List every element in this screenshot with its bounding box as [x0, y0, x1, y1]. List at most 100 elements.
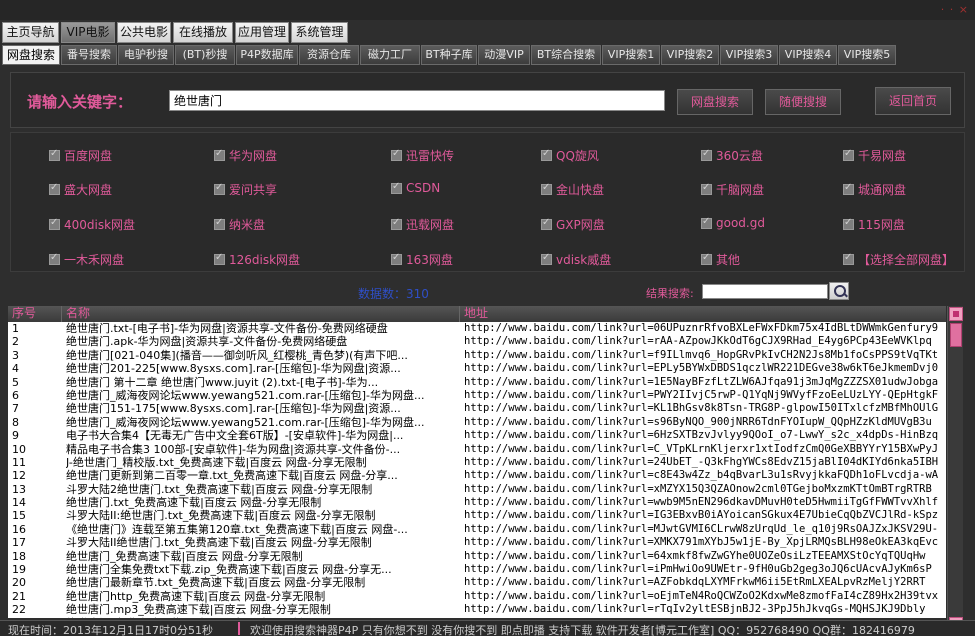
checkbox-icon	[541, 182, 552, 195]
search-icon[interactable]	[829, 282, 849, 300]
netdisk-search-button[interactable]: 网盘搜索	[677, 89, 753, 115]
row-url: http://www.baidu.com/link?url=iPmHwiOo9U…	[464, 563, 932, 576]
table-row[interactable]: 20 绝世唐门最新章节.txt_免费高速下载|百度云 网盘-分享无限制 http:/…	[8, 576, 946, 589]
table-row[interactable]: 19 绝世唐门全集免费txt下载.zip_免费高速下载|百度云 网盘-分享无...…	[8, 563, 946, 576]
sub-tab-bt-general[interactable]: BT综合搜索	[531, 45, 601, 65]
row-url: http://www.baidu.com/link?url=AZFobkdqLX…	[464, 576, 926, 589]
header-url[interactable]: 地址	[460, 306, 946, 322]
table-row[interactable]: 4 绝世唐门201-225[www.8ysxs.com].rar-[压缩包]-华为…	[8, 362, 946, 375]
table-row[interactable]: 17 斗罗大陆II绝世唐门.txt_免费高速下载|百度云 网盘-分享无限制 http…	[8, 536, 946, 549]
row-url: http://www.baidu.com/link?url=64xmkf8fwZ…	[464, 549, 926, 562]
row-name: 绝世唐门_威海夜网论坛www.yewang521.com.rar-[压缩包]-华…	[66, 388, 425, 402]
sub-tab-anime-vip[interactable]: 动漫VIP	[478, 45, 530, 65]
row-url: http://www.baidu.com/link?url=24UbET_-Q3…	[464, 455, 939, 468]
result-filter-input[interactable]	[702, 284, 828, 299]
checkbox-huawei[interactable]: 华为网盘	[214, 147, 277, 164]
table-row[interactable]: 3 绝世唐门[021-040集](播音——御剑听风_红樱桃_青色梦)(有声下吧..…	[8, 349, 946, 362]
checkbox-select-all[interactable]: 【选择全部网盘】	[843, 251, 954, 268]
row-url: http://www.baidu.com/link?url=rTqIv2yltE…	[464, 603, 926, 616]
nav-tab-system-manage[interactable]: 系统管理	[291, 22, 348, 43]
row-url: http://www.baidu.com/link?url=s96ByNQO_9…	[464, 415, 932, 428]
checkbox-kuaipan[interactable]: 金山快盘	[541, 181, 604, 198]
checkbox-gxp[interactable]: GXP网盘	[541, 216, 605, 233]
row-name: 绝世唐门151-175[www.8ysxs.com].rar-[压缩包]-华为网…	[66, 402, 401, 416]
table-row[interactable]: 9 电子书大合集4【无毒无广告中文全套6T版】-[安卓软件]-华为网盘|... ht…	[8, 429, 946, 442]
main-nav: 主页导航 VIP电影 公共电影 在线播放 应用管理 系统管理	[0, 22, 975, 44]
table-row[interactable]: 6 绝世唐门_威海夜网论坛www.yewang521.com.rar-[压缩包]-…	[8, 389, 946, 402]
checkbox-shanda[interactable]: 盛大网盘	[49, 181, 112, 198]
sub-tab-code-search[interactable]: 番号搜索	[61, 45, 117, 65]
row-url: http://www.baidu.com/link?url=MJwtGVMI6C…	[464, 522, 939, 535]
nav-tab-vip-movie[interactable]: VIP电影	[61, 22, 115, 43]
checkbox-namipan[interactable]: 纳米盘	[214, 216, 265, 233]
table-row[interactable]: 22 绝世唐门.mp3_免费高速下载|百度云 网盘-分享无限制 http://www…	[8, 603, 946, 616]
sub-tab-emule-search[interactable]: 电驴秒搜	[118, 45, 174, 65]
table-row[interactable]: 1 绝世唐门.txt-[电子书]-华为网盘|资源共享-文件备份-免费网络硬盘 htt…	[8, 322, 946, 335]
checkbox-icon	[541, 217, 552, 230]
table-row[interactable]: 14 绝世唐门.txt_免费高速下载|百度云 网盘-分享无限制 http://www…	[8, 496, 946, 509]
table-row[interactable]: 2 绝世唐门.apk-华为网盘|资源共享-文件备份-免费网络硬盘 http://ww…	[8, 335, 946, 348]
checkbox-icon	[701, 148, 712, 161]
row-url: http://www.baidu.com/link?url=c8E43w4Zz_…	[464, 469, 939, 482]
sub-tab-vip-search-1[interactable]: VIP搜索1	[602, 45, 660, 65]
keyword-input[interactable]	[169, 90, 665, 111]
checkbox-115[interactable]: 115网盘	[843, 216, 905, 233]
table-row[interactable]: 21 绝世唐门http_免费高速下载|百度云 网盘-分享无限制 http://www…	[8, 590, 946, 603]
checkbox-chengtong[interactable]: 城通网盘	[843, 181, 906, 198]
row-url: http://www.baidu.com/link?url=06UPuznrRf…	[464, 322, 939, 334]
table-row[interactable]: 16 《绝世唐门》连载至第五集第120章.txt_免费高速下载|百度云 网盘-..…	[8, 523, 946, 536]
table-row[interactable]: 13 斗罗大陆2绝世唐门.txt_免费高速下载|百度云 网盘-分享无限制 http:…	[8, 483, 946, 496]
sub-tab-magnet-factory[interactable]: 磁力工厂	[360, 45, 420, 65]
back-home-button[interactable]: 返回首页	[875, 87, 951, 115]
checkbox-400disk[interactable]: 400disk网盘	[49, 216, 135, 233]
scroll-up-icon[interactable]	[949, 307, 963, 321]
sub-tab-vip-search-5[interactable]: VIP搜索5	[838, 45, 896, 65]
sub-tab-vip-search-3[interactable]: VIP搜索3	[720, 45, 778, 65]
table-row[interactable]: 11 J-绝世唐门_精校版.txt_免费高速下载|百度云 网盘-分享无限制 http…	[8, 456, 946, 469]
checkbox-qq[interactable]: QQ旋风	[541, 147, 599, 164]
vertical-scrollbar[interactable]	[947, 306, 963, 632]
window-controls[interactable]: · · ×	[941, 3, 969, 16]
header-name[interactable]: 名称	[62, 306, 460, 322]
sub-tab-vip-search-2[interactable]: VIP搜索2	[661, 45, 719, 65]
sub-tab-bt-search[interactable]: (BT)秒搜	[175, 45, 235, 65]
sub-tab-resource-store[interactable]: 资源仓库	[299, 45, 359, 65]
table-row[interactable]: 12 绝世唐门更新到第二百零一章.txt_免费高速下载|百度云 网盘-分享... h…	[8, 469, 946, 482]
checkbox-qianyi[interactable]: 千易网盘	[843, 147, 906, 164]
checkbox-yimuhe[interactable]: 一木禾网盘	[49, 251, 124, 268]
checkbox-126disk[interactable]: 126disk网盘	[214, 251, 300, 268]
nav-tab-public-movie[interactable]: 公共电影	[117, 22, 171, 43]
table-row[interactable]: 10 精品电子书合集3 100部-[安卓软件]-华为网盘|资源共享-文件备份-..…	[8, 443, 946, 456]
nav-tab-online-play[interactable]: 在线播放	[173, 22, 233, 43]
checkbox-baidu[interactable]: 百度网盘	[49, 147, 112, 164]
table-row[interactable]: 15 斗罗大陆II:绝世唐门.txt_免费高速下载|百度云 网盘-分享无限制 htt…	[8, 509, 946, 522]
table-row[interactable]: 7 绝世唐门151-175[www.8ysxs.com].rar-[压缩包]-华为…	[8, 402, 946, 415]
table-row[interactable]: 8 绝世唐门_威海夜网论坛www.yewang521.com.rar-[压缩包]-…	[8, 416, 946, 429]
row-name: 绝世唐门201-225[www.8ysxs.com].rar-[压缩包]-华为网…	[66, 362, 401, 376]
checkbox-163[interactable]: 163网盘	[391, 251, 453, 268]
row-url: http://www.baidu.com/link?url=wwb9M5nEN2…	[464, 496, 939, 509]
table-row[interactable]: 18 绝世唐门_免费高速下载|百度云 网盘-分享无限制 http://www.bai…	[8, 550, 946, 563]
sub-tab-p4p-db[interactable]: P4P数据库	[236, 45, 298, 65]
scroll-thumb[interactable]	[950, 323, 962, 347]
sub-tab-netdisk-search[interactable]: 网盘搜索	[2, 45, 60, 65]
sub-tab-bt-seed-db[interactable]: BT种子库	[421, 45, 477, 65]
nav-tab-home[interactable]: 主页导航	[2, 22, 59, 43]
checkbox-xunlei[interactable]: 迅雷快传	[391, 147, 454, 164]
table-row[interactable]: 23 绝世唐门_免费高速下载|百度云 网盘-分享无限制 http://www.bai…	[8, 617, 946, 618]
row-name: 斗罗大陆2绝世唐门.txt_免费高速下载|百度云 网盘-分享无限制	[66, 482, 373, 496]
checkbox-qiannao[interactable]: 千脑网盘	[701, 181, 764, 198]
row-index: 19	[12, 563, 26, 577]
checkbox-iask[interactable]: 爱问共享	[214, 181, 277, 198]
checkbox-xunzai[interactable]: 迅载网盘	[391, 216, 454, 233]
checkbox-vdisk[interactable]: vdisk威盘	[541, 251, 611, 268]
table-row[interactable]: 5 绝世唐门 第十二章 绝世唐门www.juyit (2).txt-[电子书]-华…	[8, 376, 946, 389]
checkbox-360[interactable]: 360云盘	[701, 147, 763, 164]
nav-tab-app-manage[interactable]: 应用管理	[235, 22, 289, 43]
checkbox-goodgd[interactable]: good.gd	[701, 216, 765, 230]
checkbox-other[interactable]: 其他	[701, 251, 740, 268]
header-index[interactable]: 序号	[8, 306, 62, 322]
sub-tab-vip-search-4[interactable]: VIP搜索4	[779, 45, 837, 65]
checkbox-csdn[interactable]: CSDN	[391, 181, 440, 195]
random-search-button[interactable]: 随便搜搜	[765, 89, 841, 115]
